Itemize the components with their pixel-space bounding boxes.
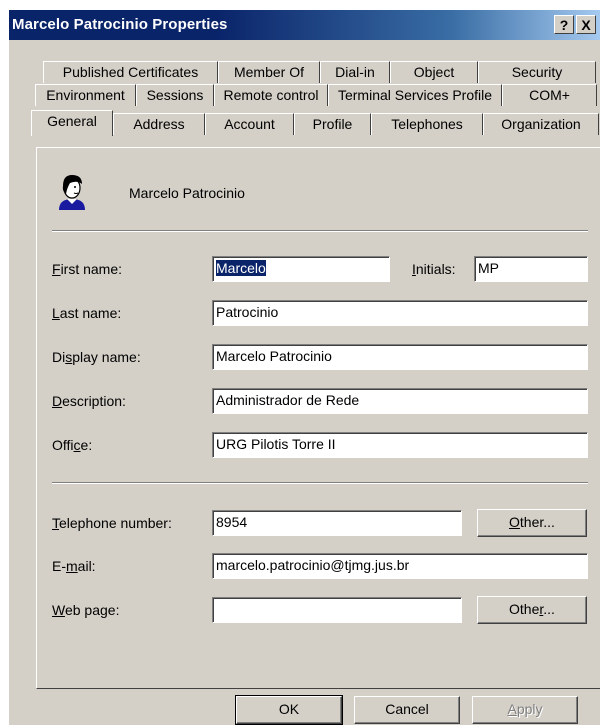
apply-button[interactable]: Apply (472, 696, 578, 724)
first-name-field[interactable]: Marcelo (212, 256, 390, 282)
separator-middle (52, 482, 588, 484)
tab-profile[interactable]: Profile (294, 113, 371, 135)
tab-published-certificates[interactable]: Published Certificates (43, 61, 218, 83)
telephone-field[interactable]: 8954 (212, 510, 462, 536)
tab-sessions[interactable]: Sessions (136, 84, 214, 106)
email-label: E-mail: (52, 558, 96, 574)
tab-object[interactable]: Object (390, 61, 478, 83)
tab-com-plus[interactable]: COM+ (502, 84, 597, 106)
properties-window: Marcelo Patrocinio Properties ? X Publis… (8, 10, 600, 725)
cancel-button[interactable]: Cancel (354, 696, 460, 724)
display-name-label: Display name: (52, 349, 141, 365)
display-name-field[interactable]: Marcelo Patrocinio (212, 344, 588, 370)
title-bar[interactable]: Marcelo Patrocinio Properties ? X (9, 10, 600, 40)
office-field[interactable]: URG Pilotis Torre II (212, 432, 588, 458)
tab-terminal-services-profile[interactable]: Terminal Services Profile (328, 84, 502, 106)
first-name-value: Marcelo (216, 260, 266, 276)
tab-telephones[interactable]: Telephones (371, 113, 483, 135)
general-tab-panel: Marcelo Patrocinio First name: Marcelo I… (36, 147, 600, 689)
web-page-field[interactable] (212, 597, 462, 623)
tab-general[interactable]: General (31, 110, 113, 136)
tab-dial-in[interactable]: Dial-in (320, 61, 390, 83)
initials-label: Initials: (412, 261, 456, 277)
first-name-label: First name: (52, 261, 123, 277)
tab-remote-control[interactable]: Remote control (214, 84, 328, 106)
tab-member-of[interactable]: Member Of (218, 61, 320, 83)
description-field[interactable]: Administrador de Rede (212, 388, 588, 414)
web-page-label: Web page: (52, 602, 120, 618)
tab-security[interactable]: Security (478, 61, 596, 83)
last-name-field[interactable]: Patrocinio (212, 300, 588, 326)
other-telephone-button[interactable]: Other... (477, 509, 587, 537)
separator-top (52, 230, 588, 232)
user-display-name: Marcelo Patrocinio (129, 185, 245, 201)
close-button[interactable]: X (576, 15, 596, 34)
initials-field[interactable]: MP (474, 256, 588, 282)
user-icon (55, 170, 89, 210)
tab-address[interactable]: Address (113, 113, 205, 135)
help-button[interactable]: ? (554, 15, 574, 34)
description-label: Description: (52, 393, 126, 409)
other-web-page-button[interactable]: Other... (477, 596, 587, 624)
tab-account[interactable]: Account (205, 113, 294, 135)
email-field[interactable]: marcelo.patrocinio@tjmg.jus.br (212, 553, 588, 579)
window-title: Marcelo Patrocinio Properties (12, 16, 228, 33)
ok-button[interactable]: OK (235, 695, 343, 725)
tab-environment[interactable]: Environment (35, 84, 136, 106)
last-name-label: Last name: (52, 305, 122, 321)
telephone-label: Telephone number: (52, 515, 172, 531)
office-label: Office: (52, 437, 93, 453)
tab-organization[interactable]: Organization (483, 113, 599, 135)
